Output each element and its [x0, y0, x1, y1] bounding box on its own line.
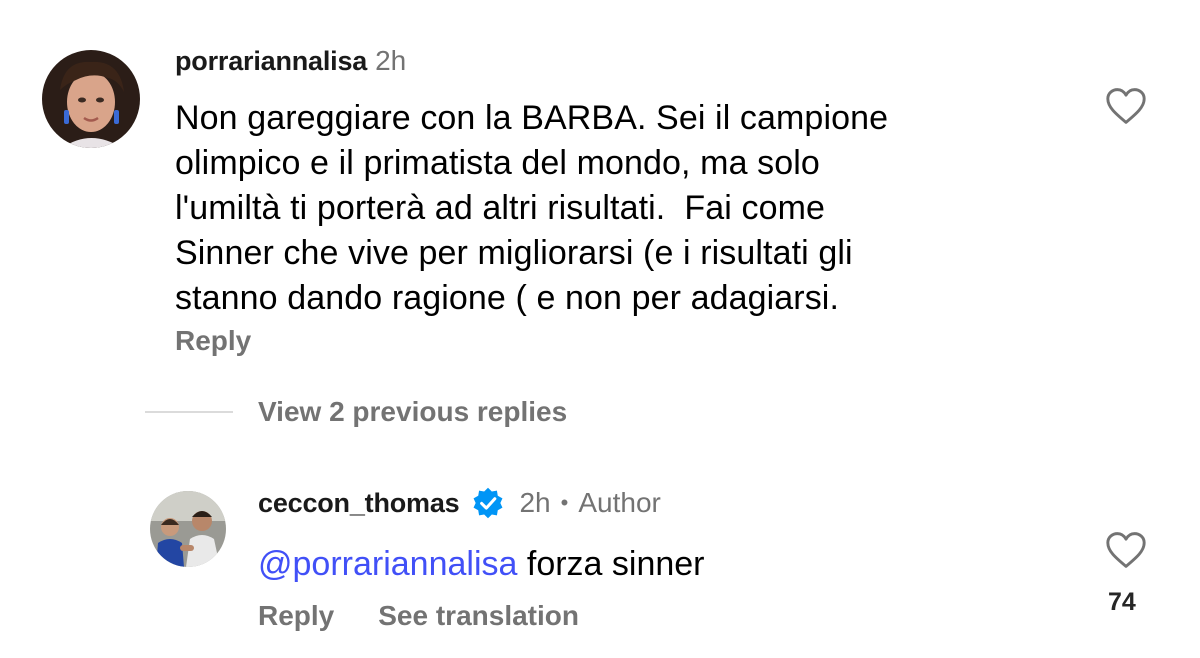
comment-reply-button[interactable]: Reply	[175, 325, 251, 357]
comment-text: Non gareggiare con la BARBA. Sei il camp…	[175, 96, 1055, 321]
comment-line: Non gareggiare con la BARBA. Sei il camp…	[175, 99, 889, 137]
like-count: 74	[1108, 588, 1136, 616]
comment-line: Sinner che vive per migliorarsi (e i ris…	[175, 234, 853, 272]
author-tag: Author	[578, 487, 661, 518]
like-heart-icon[interactable]	[1104, 86, 1148, 126]
view-previous-replies[interactable]: View 2 previous replies	[145, 396, 567, 428]
reply-reply-button[interactable]: Reply	[258, 600, 334, 632]
reply-actions: Reply See translation	[258, 600, 579, 632]
verified-badge-icon	[471, 486, 505, 520]
comment-username[interactable]: porrariannalisa	[175, 46, 367, 76]
mention-link[interactable]: @porrariannalisa	[258, 545, 517, 583]
comment-line: stanno dando ragione ( e non per adagiar…	[175, 279, 839, 317]
reply-time: 2h	[519, 487, 551, 518]
separator-dot: •	[560, 490, 569, 515]
comment-time: 2h	[375, 45, 407, 76]
comment-line: l'umiltà ti porterà ad altri risultati. …	[175, 189, 826, 227]
see-translation-button[interactable]: See translation	[378, 600, 579, 632]
like-heart-icon[interactable]	[1104, 530, 1148, 570]
comment-header: porrariannalisa 2h	[175, 45, 406, 77]
reply-message: forza sinner	[517, 545, 705, 583]
reply-username[interactable]: ceccon_thomas	[258, 488, 460, 519]
reply-header: ceccon_thomas 2h • Author	[258, 486, 661, 520]
reply-text: @porrariannalisa forza sinner	[258, 545, 705, 584]
view-replies-label: View 2 previous replies	[258, 396, 568, 427]
avatar-porrariannalisa[interactable]	[42, 50, 140, 148]
replies-divider	[145, 411, 233, 413]
avatar-ceccon-thomas[interactable]	[150, 491, 226, 567]
comment-line: olimpico e il primatista del mondo, ma s…	[175, 144, 820, 182]
